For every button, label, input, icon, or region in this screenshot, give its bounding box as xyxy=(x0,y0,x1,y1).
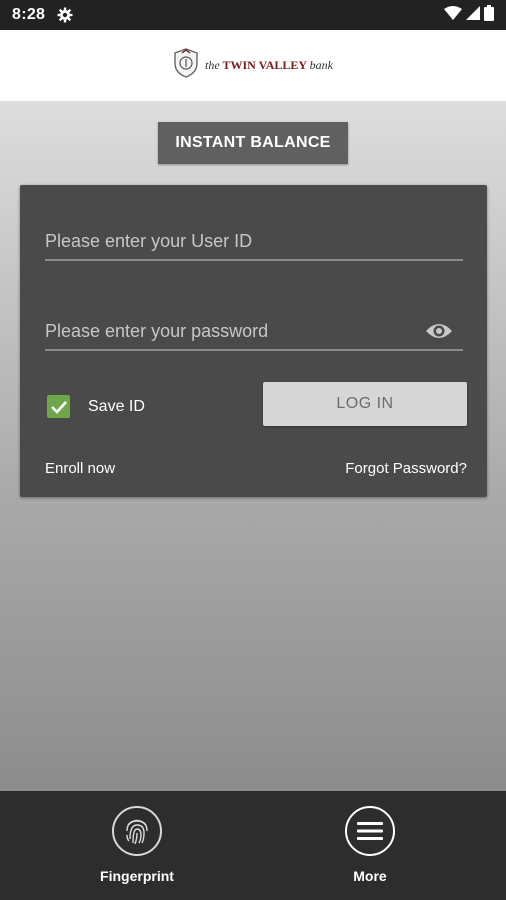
save-id-label: Save ID xyxy=(88,397,145,415)
password-field xyxy=(45,313,463,351)
save-id-row: Save ID xyxy=(47,395,145,418)
app-header: the TWIN VALLEY bank xyxy=(0,30,506,101)
settings-gear-icon xyxy=(57,7,73,23)
bank-name: the TWIN VALLEY bank xyxy=(205,58,333,72)
user-id-input[interactable] xyxy=(45,223,463,259)
bank-logo: the TWIN VALLEY bank xyxy=(173,48,333,83)
eye-icon[interactable] xyxy=(425,321,453,346)
fingerprint-icon xyxy=(112,806,162,856)
battery-icon xyxy=(484,4,494,26)
wifi-icon xyxy=(444,5,462,25)
instant-balance-button[interactable]: INSTANT BALANCE xyxy=(158,122,348,164)
bottom-nav: Fingerprint More xyxy=(0,791,506,900)
fingerprint-label: Fingerprint xyxy=(100,868,174,884)
more-label: More xyxy=(353,868,387,884)
login-button[interactable]: LOG IN xyxy=(263,382,467,426)
enroll-now-link[interactable]: Enroll now xyxy=(45,460,115,477)
forgot-password-link[interactable]: Forgot Password? xyxy=(345,460,467,477)
menu-icon xyxy=(345,806,395,856)
status-time: 8:28 xyxy=(12,6,46,23)
user-id-field xyxy=(45,223,463,261)
more-nav-item[interactable]: More xyxy=(315,806,425,884)
password-input[interactable] xyxy=(45,313,463,349)
fingerprint-nav-item[interactable]: Fingerprint xyxy=(82,806,192,884)
login-card: Save ID LOG IN Enroll now Forgot Passwor… xyxy=(20,185,487,497)
save-id-checkbox[interactable] xyxy=(47,395,70,418)
signal-icon xyxy=(466,5,480,25)
bank-seal-icon xyxy=(173,48,199,83)
status-bar: 8:28 xyxy=(0,0,506,30)
status-icons xyxy=(444,4,494,26)
